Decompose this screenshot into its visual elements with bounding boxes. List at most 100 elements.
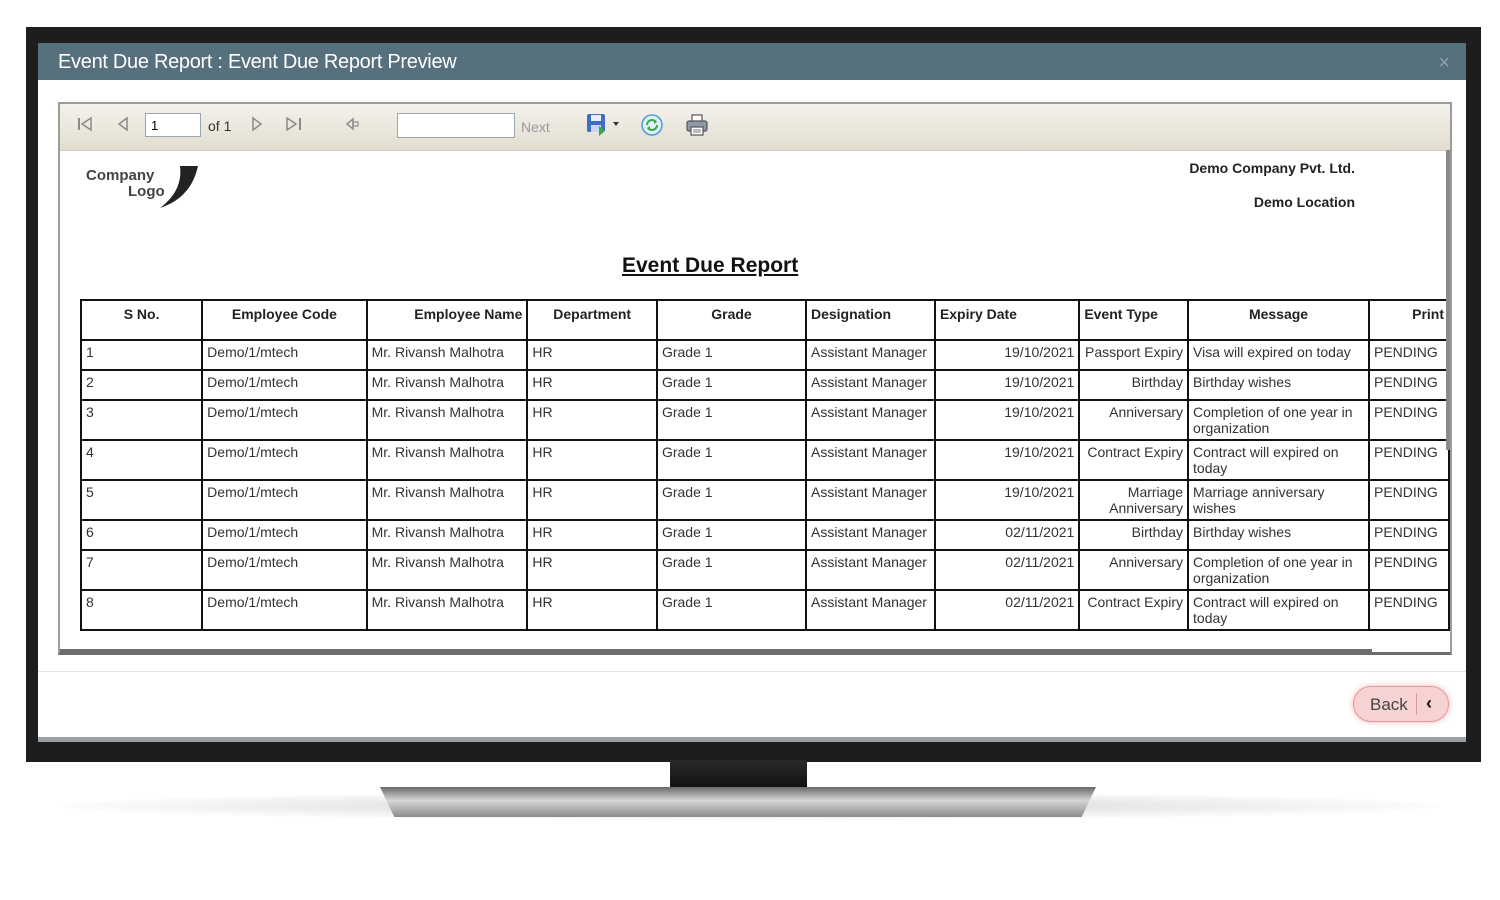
column-header: Employee Name [365,299,529,341]
find-text-input[interactable] [397,113,515,138]
table-row: 7 Demo/1/mtech Mr. Rivansh Malhotra HR Grade… [79,549,1450,591]
table-cell-designation: Assistant Manager [804,439,936,481]
table-cell-expiry: 19/10/2021 [933,369,1081,401]
monitor-neck [670,760,807,788]
close-icon[interactable]: × [1438,52,1450,75]
find-next-link[interactable]: Next [521,119,550,135]
table-cell-event: Passport Expiry [1078,339,1190,371]
table-cell-event: Birthday [1078,519,1190,551]
table-cell-event: Marriage Anniversary [1078,479,1190,521]
table-cell-expiry: 02/11/2021 [933,589,1081,631]
table-cell-name: Mr. Rivansh Malhotra [365,369,529,401]
company-location: Demo Location [1253,194,1355,210]
monitor-stand [380,787,1096,817]
column-header: S No. [79,299,204,341]
table-cell-expiry: 19/10/2021 [933,399,1081,441]
table-cell-message: Completion of one year in organization [1187,399,1370,441]
table-cell-name: Mr. Rivansh Malhotra [365,439,529,481]
table-cell-message: Marriage anniversary wishes [1187,479,1370,521]
prev-page-icon[interactable] [116,115,130,138]
table-row: 3 Demo/1/mtech Mr. Rivansh Malhotra HR Grade… [79,399,1450,441]
first-page-icon[interactable] [76,115,94,138]
table-cell-grade: Grade 1 [655,439,807,481]
back-button-label: Back [1370,695,1408,714]
table-cell-dept: HR [526,439,658,481]
table-cell-name: Mr. Rivansh Malhotra [365,549,529,591]
refresh-icon[interactable] [640,113,664,142]
table-row: 2 Demo/1/mtech Mr. Rivansh Malhotra HR Grade… [79,369,1450,401]
last-page-icon[interactable] [284,115,304,138]
table-cell-designation: Assistant Manager [804,369,936,401]
table-cell-name: Mr. Rivansh Malhotra [365,589,529,631]
table-cell-name: Mr. Rivansh Malhotra [365,399,529,441]
export-icon[interactable] [585,112,623,141]
table-cell-dept: HR [526,589,658,631]
report-viewer: 1 of 1 Next Company Logo Demo Company Pv… [58,102,1452,655]
horizontal-scrollbar[interactable] [60,649,1372,652]
table-row: 4 Demo/1/mtech Mr. Rivansh Malhotra HR Grade… [79,439,1450,481]
table-cell-expiry: 02/11/2021 [933,519,1081,551]
table-cell-print: PENDING [1368,369,1450,401]
table-cell-print: PENDING [1368,519,1450,551]
dialog-title: Event Due Report : Event Due Report Prev… [58,51,457,73]
table-cell-dept: HR [526,549,658,591]
table-cell-designation: Assistant Manager [804,589,936,631]
table-cell-print: PENDING [1368,549,1450,591]
table-cell-message: Visa will expired on today [1187,339,1370,371]
table-cell-code: Demo/1/mtech [201,589,368,631]
table-cell-grade: Grade 1 [655,369,807,401]
page-number-input[interactable]: 1 [145,113,201,137]
table-cell-sno: 8 [79,589,204,631]
table-cell-code: Demo/1/mtech [201,399,368,441]
report-title: Event Due Report [622,254,799,277]
column-header: Department [526,299,658,341]
table-cell-code: Demo/1/mtech [201,549,368,591]
table-cell-print: PENDING [1368,479,1450,521]
footer-divider [38,671,1466,672]
screen: Event Due Report : Event Due Report Prev… [38,43,1466,742]
table-cell-sno: 3 [79,399,204,441]
table-cell-sno: 4 [79,439,204,481]
table-cell-name: Mr. Rivansh Malhotra [365,519,529,551]
table-cell-designation: Assistant Manager [804,519,936,551]
table-cell-dept: HR [526,519,658,551]
back-button[interactable]: Back ‹ [1353,686,1449,722]
column-header: Print [1368,299,1450,341]
back-to-parent-icon[interactable] [344,115,360,138]
table-cell-message: Birthday wishes [1187,519,1370,551]
company-name: Demo Company Pvt. Ltd. [1189,160,1355,176]
table-cell-dept: HR [526,479,658,521]
table-cell-expiry: 19/10/2021 [933,479,1081,521]
table-cell-event: Contract Expiry [1078,439,1190,481]
table-row: 5 Demo/1/mtech Mr. Rivansh Malhotra HR Grade… [79,479,1450,521]
table-cell-code: Demo/1/mtech [201,339,368,371]
table-cell-grade: Grade 1 [655,479,807,521]
table-cell-name: Mr. Rivansh Malhotra [365,479,529,521]
screen-bottom-edge [38,737,1466,742]
table-header-row: S No. Employee Code Employee Name Depart… [79,299,1450,341]
vertical-scrollbar[interactable] [1446,150,1450,450]
column-header: Grade [655,299,807,341]
page-count-label: of 1 [208,118,232,134]
table-cell-event: Anniversary [1078,399,1190,441]
print-icon[interactable] [685,113,709,142]
table-cell-code: Demo/1/mtech [201,439,368,481]
table-cell-code: Demo/1/mtech [201,519,368,551]
column-header: Message [1187,299,1370,341]
next-page-icon[interactable] [250,115,264,138]
table-cell-expiry: 02/11/2021 [933,549,1081,591]
table-cell-print: PENDING [1368,589,1450,631]
table-cell-message: Birthday wishes [1187,369,1370,401]
table-row: 6 Demo/1/mtech Mr. Rivansh Malhotra HR Grade… [79,519,1450,551]
table-cell-expiry: 19/10/2021 [933,439,1081,481]
table-cell-grade: Grade 1 [655,589,807,631]
table-cell-dept: HR [526,399,658,441]
table-cell-print: PENDING [1368,399,1450,441]
table-cell-event: Birthday [1078,369,1190,401]
report-page: Company Logo Demo Company Pvt. Ltd. Demo… [60,150,1450,652]
table-row: 8 Demo/1/mtech Mr. Rivansh Malhotra HR Grade… [79,589,1450,631]
table-cell-code: Demo/1/mtech [201,479,368,521]
table-cell-sno: 1 [79,339,204,371]
table-cell-event: Anniversary [1078,549,1190,591]
table-cell-grade: Grade 1 [655,399,807,441]
